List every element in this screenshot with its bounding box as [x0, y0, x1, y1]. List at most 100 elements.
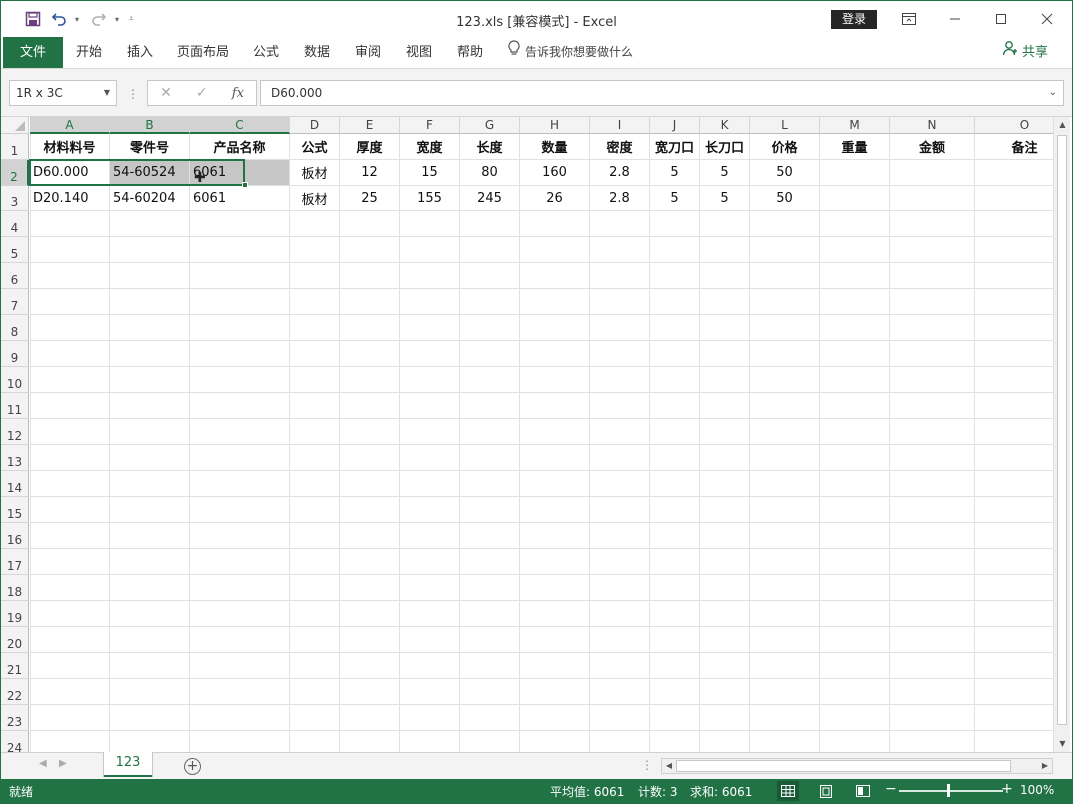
tab-formulas[interactable]: 公式	[246, 37, 286, 68]
undo-dropdown-icon[interactable]: ▾	[75, 15, 83, 24]
row-header-15[interactable]: 15	[1, 497, 29, 523]
row-header-19[interactable]: 19	[1, 601, 29, 627]
login-button[interactable]: 登录	[831, 10, 877, 29]
cell-b1[interactable]: 零件号	[110, 134, 189, 159]
cancel-icon[interactable]: ✕	[160, 85, 172, 101]
column-header-b[interactable]: B	[110, 117, 190, 134]
cell-i2[interactable]: 2.8	[590, 160, 649, 185]
tab-home[interactable]: 开始	[69, 37, 109, 68]
share-button[interactable]: 共享	[1002, 37, 1048, 68]
page-break-preview-icon[interactable]	[852, 781, 874, 801]
scroll-left-icon[interactable]: ◀	[662, 759, 676, 773]
cell-o3[interactable]	[975, 186, 1053, 210]
tab-help[interactable]: 帮助	[450, 37, 490, 68]
chevron-down-icon[interactable]: ▼	[104, 81, 110, 105]
row-header-24[interactable]: 24	[1, 731, 29, 752]
formula-bar-resize-handle[interactable]: ⋮	[127, 87, 139, 101]
column-header-m[interactable]: M	[820, 117, 890, 134]
column-header-f[interactable]: F	[400, 117, 460, 134]
row-header-8[interactable]: 8	[1, 315, 29, 341]
cell-j1[interactable]: 宽刀口	[650, 134, 699, 159]
scroll-down-icon[interactable]: ▼	[1054, 736, 1071, 752]
zoom-slider[interactable]	[899, 790, 1003, 792]
cell-i1[interactable]: 密度	[590, 134, 649, 159]
cell-o2[interactable]	[975, 160, 1053, 185]
prev-sheet-icon[interactable]: ◀	[39, 758, 47, 769]
sheet-tab-123[interactable]: 123	[104, 752, 152, 777]
row-header-12[interactable]: 12	[1, 419, 29, 445]
row-header-1[interactable]: 1	[1, 134, 29, 160]
cell-a3[interactable]: D20.140	[30, 186, 109, 210]
horizontal-scrollbar[interactable]: ◀ ▶	[661, 758, 1053, 774]
cell-d3[interactable]: 板材	[290, 186, 339, 210]
row-header-4[interactable]: 4	[1, 211, 29, 237]
row-header-6[interactable]: 6	[1, 263, 29, 289]
column-header-i[interactable]: I	[590, 117, 650, 134]
cell-k3[interactable]: 5	[700, 186, 749, 210]
hscroll-resize-handle[interactable]: ⋮	[641, 758, 653, 772]
ribbon-display-options-icon[interactable]	[886, 1, 932, 37]
column-header-h[interactable]: H	[520, 117, 590, 134]
maximize-icon[interactable]	[978, 1, 1024, 37]
column-header-o[interactable]: O	[975, 117, 1053, 134]
cell-e3[interactable]: 25	[340, 186, 399, 210]
cell-h1[interactable]: 数量	[520, 134, 589, 159]
row-header-11[interactable]: 11	[1, 393, 29, 419]
cell-d1[interactable]: 公式	[290, 134, 339, 159]
zoom-out-icon[interactable]: −	[885, 781, 897, 797]
row-header-2[interactable]: 2	[1, 160, 29, 186]
formula-input[interactable]: D60.000 ⌄	[260, 80, 1064, 106]
zoom-slider-thumb[interactable]	[947, 784, 950, 797]
cell-a1[interactable]: 材料料号	[30, 134, 109, 159]
cell-b2[interactable]: 54-60524	[110, 160, 189, 185]
redo-icon[interactable]	[89, 9, 109, 29]
cell-h3[interactable]: 26	[520, 186, 589, 210]
normal-view-icon[interactable]	[777, 781, 799, 801]
cell-m1[interactable]: 重量	[820, 134, 889, 159]
zoom-level[interactable]: 100%	[1020, 783, 1054, 797]
cell-k1[interactable]: 长刀口	[700, 134, 749, 159]
name-box[interactable]: 1R x 3C ▼	[9, 80, 117, 106]
tab-review[interactable]: 审阅	[348, 37, 388, 68]
column-header-k[interactable]: K	[700, 117, 750, 134]
cell-l1[interactable]: 价格	[750, 134, 819, 159]
enter-icon[interactable]: ✓	[196, 85, 208, 101]
cell-area[interactable]: 材料料号 零件号 产品名称 公式 厚度 宽度 长度 数量 密度 宽刀口 长刀口 价格 重量 金额 备注 D60…	[29, 134, 1053, 752]
row-header-22[interactable]: 22	[1, 679, 29, 705]
cell-l3[interactable]: 50	[750, 186, 819, 210]
column-header-d[interactable]: D	[290, 117, 340, 134]
zoom-in-icon[interactable]: +	[1001, 781, 1013, 797]
column-header-l[interactable]: L	[750, 117, 820, 134]
tab-page-layout[interactable]: 页面布局	[171, 37, 235, 68]
tell-me-search[interactable]: 告诉我你想要做什么	[507, 37, 633, 68]
undo-icon[interactable]	[49, 9, 69, 29]
row-header-17[interactable]: 17	[1, 549, 29, 575]
cell-n1[interactable]: 金额	[890, 134, 974, 159]
cell-j3[interactable]: 5	[650, 186, 699, 210]
column-header-a[interactable]: A	[30, 117, 110, 134]
worksheet-grid[interactable]: ABCDEFGHIJKLMNO 1 2 3 4 5 6 7 8 9 10 11 12 13 14 15 16 1…	[1, 117, 1053, 752]
tab-insert[interactable]: 插入	[120, 37, 160, 68]
row-header-23[interactable]: 23	[1, 705, 29, 731]
row-header-10[interactable]: 10	[1, 367, 29, 393]
column-header-e[interactable]: E	[340, 117, 400, 134]
add-sheet-icon[interactable]: +	[184, 758, 201, 775]
cell-n2[interactable]	[890, 160, 974, 185]
cell-e2[interactable]: 12	[340, 160, 399, 185]
cell-m3[interactable]	[820, 186, 889, 210]
row-header-5[interactable]: 5	[1, 237, 29, 263]
cell-a2[interactable]: D60.000	[30, 160, 109, 185]
cell-h2[interactable]: 160	[520, 160, 589, 185]
fill-handle[interactable]	[242, 182, 248, 188]
cell-g2[interactable]: 80	[460, 160, 519, 185]
row-header-16[interactable]: 16	[1, 523, 29, 549]
cell-g3[interactable]: 245	[460, 186, 519, 210]
select-all-corner[interactable]	[1, 117, 29, 134]
cell-n3[interactable]	[890, 186, 974, 210]
row-header-7[interactable]: 7	[1, 289, 29, 315]
cell-m2[interactable]	[820, 160, 889, 185]
vertical-scrollbar[interactable]: ▲ ▼	[1053, 117, 1070, 752]
scroll-up-icon[interactable]: ▲	[1054, 117, 1071, 133]
row-header-3[interactable]: 3	[1, 186, 29, 211]
row-header-21[interactable]: 21	[1, 653, 29, 679]
